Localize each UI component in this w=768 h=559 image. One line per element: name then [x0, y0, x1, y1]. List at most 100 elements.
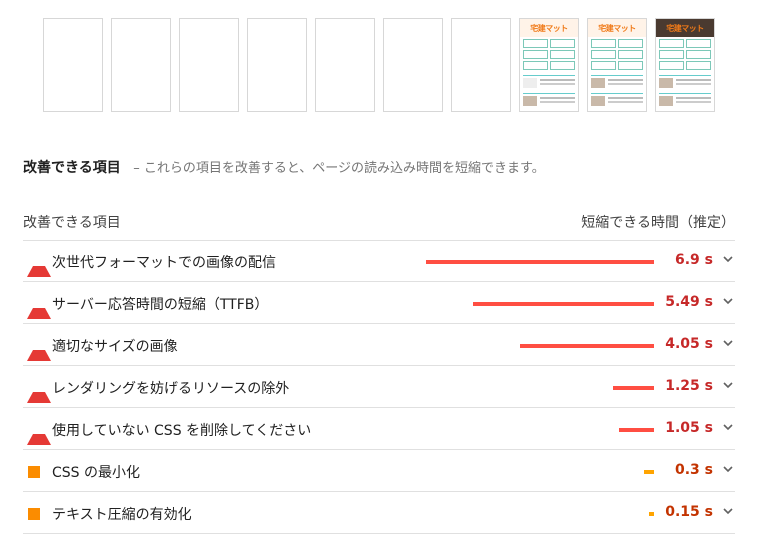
chevron-down-glyph: [723, 340, 733, 347]
frame-post-item: [523, 93, 575, 108]
chevron-down-glyph: [723, 298, 733, 305]
frame-post-text: [676, 79, 711, 81]
frame-menu-cell: [686, 50, 711, 59]
filmstrip-frame: [43, 18, 103, 112]
opportunity-row[interactable]: テキスト圧縮の有効化 0.15 s: [23, 492, 735, 534]
filmstrip-frame: 宅建マット: [519, 18, 579, 112]
section-title: 改善できる項目: [23, 160, 121, 176]
opportunity-row[interactable]: 次世代フォーマットでの画像の配信 6.9 s: [23, 240, 735, 282]
filmstrip-frame: [247, 18, 307, 112]
savings-value: 0.3 s: [674, 462, 713, 478]
opportunity-row[interactable]: サーバー応答時間の短縮（TTFB） 5.49 s: [23, 282, 735, 324]
chevron-down-icon[interactable]: [721, 378, 735, 392]
opportunity-row[interactable]: レンダリングを妨げるリソースの除外 1.25 s: [23, 366, 735, 408]
frame-menu-cell: [550, 61, 575, 70]
chevron-down-glyph: [723, 256, 733, 263]
triangle-warning-icon: [27, 380, 51, 403]
frame-menu-cell: [550, 39, 575, 48]
table-header: 改善できる項目 短縮できる時間（推定）: [23, 210, 735, 241]
filmstrip-frame: 宅建マット: [655, 18, 715, 112]
frame-menu-grid: [588, 37, 646, 72]
frame-post-item: [659, 111, 711, 112]
frame-site-title: 宅建マット: [530, 23, 568, 33]
filmstrip-frame: [383, 18, 443, 112]
savings-bar: [613, 386, 654, 390]
triangle-warning-icon: [27, 338, 51, 361]
frame-menu-grid: [520, 37, 578, 72]
frame-menu-cell: [591, 39, 616, 48]
filmstrip-frame: [179, 18, 239, 112]
triangle-warning-icon: [27, 254, 51, 277]
chevron-down-icon[interactable]: [721, 420, 735, 434]
frame-post-item: [591, 75, 643, 90]
square-info-icon: [28, 466, 40, 478]
frame-post-text: [608, 79, 643, 81]
chevron-down-glyph: [723, 466, 733, 473]
frame-post-text: [608, 97, 643, 99]
frame-site-title: 宅建マット: [666, 23, 704, 33]
frame-menu-cell: [591, 61, 616, 70]
frame-post-item: [591, 93, 643, 108]
frame-menu-cell: [523, 50, 548, 59]
frame-header: 宅建マット: [656, 19, 714, 37]
frame-menu-cell: [618, 61, 643, 70]
filmstrip-frame: [315, 18, 375, 112]
chevron-down-icon[interactable]: [721, 252, 735, 266]
opportunity-label: 次世代フォーマットでの画像の配信: [52, 255, 276, 271]
loading-filmstrip: 宅建マット 宅建マット 宅建マット: [43, 18, 715, 112]
frame-post-text: [676, 97, 711, 99]
frame-menu-cell: [659, 50, 684, 59]
opportunity-label: サーバー応答時間の短縮（TTFB）: [52, 297, 269, 313]
savings-value: 0.15 s: [665, 504, 713, 520]
chevron-down-icon[interactable]: [721, 504, 735, 518]
frame-menu-cell: [523, 39, 548, 48]
frame-post-thumbnail: [591, 78, 605, 88]
filmstrip-frame: 宅建マット: [587, 18, 647, 112]
chevron-down-glyph: [723, 508, 733, 515]
opportunity-label: レンダリングを妨げるリソースの除外: [52, 381, 290, 397]
triangle-warning-icon: [27, 422, 51, 445]
savings-value: 4.05 s: [665, 336, 713, 352]
opportunity-list: 次世代フォーマットでの画像の配信 6.9 s サーバー応答時間の短縮（TTFB） 5.…: [23, 240, 735, 534]
savings-value: 1.05 s: [665, 420, 713, 436]
frame-post-item: [659, 75, 711, 90]
opportunity-label: 使用していない CSS を削除してください: [52, 423, 312, 439]
frame-menu-cell: [686, 61, 711, 70]
frame-menu-cell: [659, 61, 684, 70]
chevron-down-glyph: [723, 382, 733, 389]
opportunity-row[interactable]: 適切なサイズの画像 4.05 s: [23, 324, 735, 366]
savings-value: 1.25 s: [665, 378, 713, 394]
section-description: – これらの項目を改善すると、ページの読み込み時間を短縮できます。: [133, 161, 545, 176]
frame-post-text: [540, 79, 575, 81]
savings-value: 6.9 s: [674, 252, 713, 268]
header-estimated-savings: 短縮できる時間（推定）: [581, 215, 735, 231]
frame-menu-cell: [523, 61, 548, 70]
frame-menu-cell: [618, 39, 643, 48]
frame-post-text: [540, 97, 575, 99]
frame-menu-cell: [550, 50, 575, 59]
opportunity-row[interactable]: 使用していない CSS を削除してください 1.05 s: [23, 408, 735, 450]
frame-post-thumbnail: [659, 78, 673, 88]
chevron-down-icon[interactable]: [721, 294, 735, 308]
frame-header: 宅建マット: [520, 19, 578, 37]
frame-post-thumbnail: [659, 96, 673, 106]
frame-post-thumbnail: [523, 96, 537, 106]
frame-menu-cell: [659, 39, 684, 48]
frame-menu-grid: [656, 37, 714, 72]
frame-site-title: 宅建マット: [598, 23, 636, 33]
opportunity-row[interactable]: CSS の最小化 0.3 s: [23, 450, 735, 492]
chevron-down-icon[interactable]: [721, 336, 735, 350]
frame-post-thumbnail: [523, 78, 537, 88]
savings-bar: [426, 260, 654, 264]
chevron-down-glyph: [723, 424, 733, 431]
savings-bar: [649, 512, 654, 516]
section-heading: 改善できる項目 – これらの項目を改善すると、ページの読み込み時間を短縮できます…: [23, 157, 545, 177]
frame-menu-cell: [686, 39, 711, 48]
savings-bar: [473, 302, 654, 306]
chevron-down-icon[interactable]: [721, 462, 735, 476]
savings-value: 5.49 s: [665, 294, 713, 310]
header-opportunity: 改善できる項目: [23, 215, 121, 231]
opportunity-label: テキスト圧縮の有効化: [52, 507, 192, 523]
frame-menu-cell: [591, 50, 616, 59]
filmstrip-frame: [451, 18, 511, 112]
